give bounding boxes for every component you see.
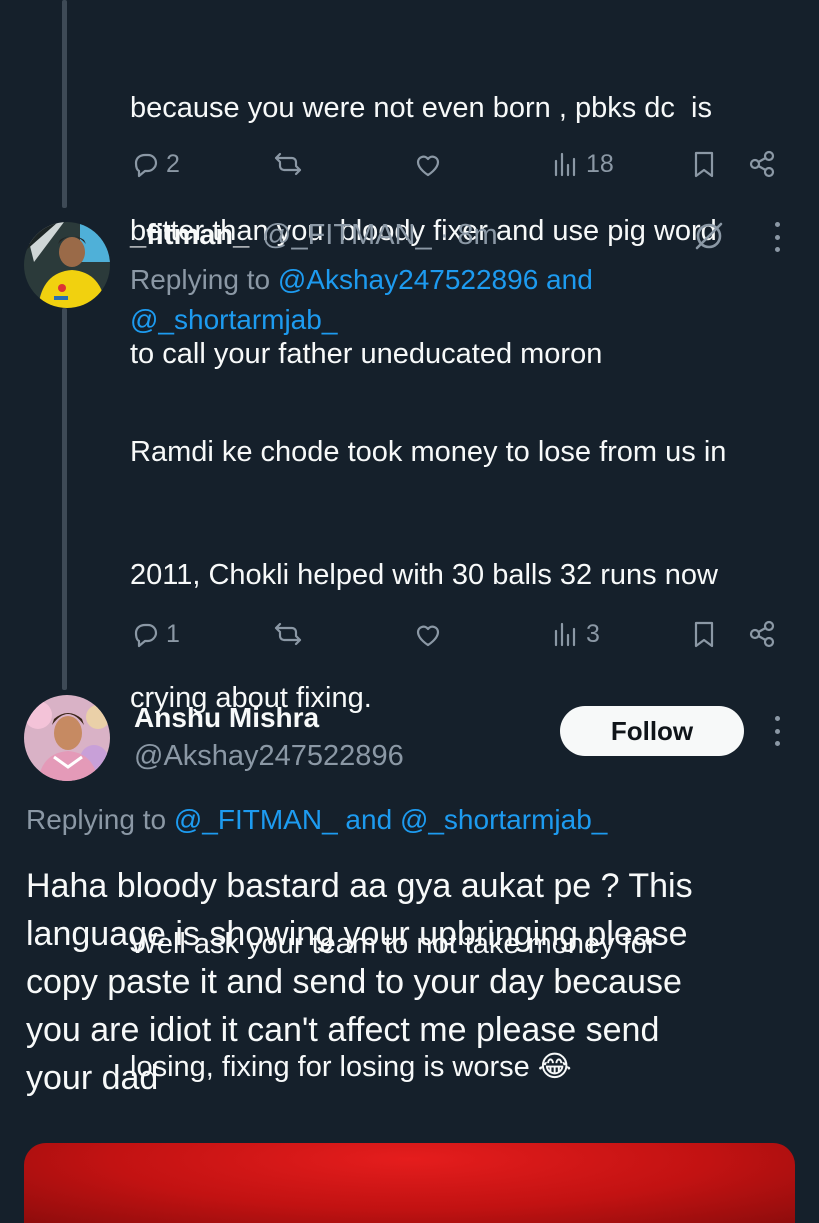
reply-count: 2 [166,149,180,178]
author-handle[interactable]: @_FITMAN_ · 8m [262,219,498,252]
bookmark-button[interactable] [688,142,720,186]
more-icon-dot [774,741,780,746]
like-icon [416,625,440,647]
author-name[interactable]: _fitman_ [130,219,249,252]
retweet-icon [274,622,302,646]
share-icon [749,150,775,178]
avatar-image [24,222,110,308]
main-tweet-line: language is showing your upbringing plea… [26,915,688,953]
more-icon-dot [774,234,780,240]
retweet-icon [274,152,302,176]
more-icon-dot [774,247,780,252]
bookmark-icon [694,621,714,648]
tweet-1-line: because you were not even born , pbks dc… [130,92,712,124]
replying-prefix: Replying to [130,264,278,295]
reply-icon [134,623,158,648]
bookmark-icon [694,151,714,178]
views-button[interactable]: 18 [550,142,614,186]
main-tweet-line: your dad [26,1059,159,1097]
tweet-2-line: 2011, Chokli helped with 30 balls 32 run… [130,559,718,591]
like-button[interactable] [412,612,444,656]
mention-link[interactable]: @_shortarmjab_ [130,304,337,335]
avatar-anshu[interactable] [24,695,110,781]
replying-and: and [337,804,400,835]
more-icon-dot [774,716,780,721]
views-button[interactable]: 3 [550,612,600,656]
thread-line-middle [62,308,67,690]
views-count: 18 [586,149,614,178]
reply-icon [134,153,158,178]
main-replying-to: Replying to @_FITMAN_ and @_shortarmjab_ [26,800,806,840]
more-icon-dot [774,728,780,734]
retweet-button[interactable] [272,142,304,186]
like-button[interactable] [412,142,444,186]
more-button[interactable] [771,222,783,252]
main-tweet-line: copy paste it and send to your day becau… [26,963,682,1001]
more-button[interactable] [771,716,783,746]
main-tweet-text: Haha bloody bastard aa gya aukat pe ? Th… [26,862,796,1102]
avatar-fitman[interactable] [24,222,110,308]
grok-button[interactable] [692,219,726,253]
share-icon [749,620,775,648]
reply-count: 1 [166,619,180,648]
share-button[interactable] [746,142,778,186]
replying-prefix: Replying to [26,804,174,835]
main-tweet-line: Haha bloody bastard aa gya aukat pe ? Th… [26,867,693,905]
tweet-2-line: Ramdi ke chode took money to lose from u… [130,436,727,468]
views-icon [554,622,576,647]
media-attachment[interactable] [24,1143,795,1223]
more-icon-dot [774,222,780,227]
bookmark-button[interactable] [688,612,720,656]
timestamp[interactable]: · 8m [440,219,498,251]
grok-icon [695,222,723,250]
retweet-button[interactable] [272,612,304,656]
mention-link[interactable]: @_FITMAN_ [174,804,338,835]
main-tweet-line: you are idiot it can't affect me please … [26,1011,660,1049]
reply-button[interactable]: 1 [130,612,180,656]
like-icon [416,155,440,177]
follow-button[interactable]: Follow [560,706,744,756]
thread-line-top [62,0,67,208]
tweet-1-actions: 2 18 [130,142,790,186]
handle-text: @_FITMAN_ [262,219,432,251]
views-icon [554,152,576,177]
share-button[interactable] [746,612,778,656]
tweet-2-actions: 1 3 [130,612,790,656]
mention-link[interactable]: @Akshay247522896 [278,264,538,295]
replying-to: Replying to @Akshay247522896 and @_short… [130,260,810,340]
replying-and: and [538,264,593,295]
reply-button[interactable]: 2 [130,142,180,186]
views-count: 3 [586,619,600,648]
main-author-name[interactable]: Anshu Mishra [134,702,319,734]
avatar-image [24,695,110,781]
mention-link[interactable]: @_shortarmjab_ [400,804,607,835]
main-author-handle[interactable]: @Akshay247522896 [134,740,404,773]
